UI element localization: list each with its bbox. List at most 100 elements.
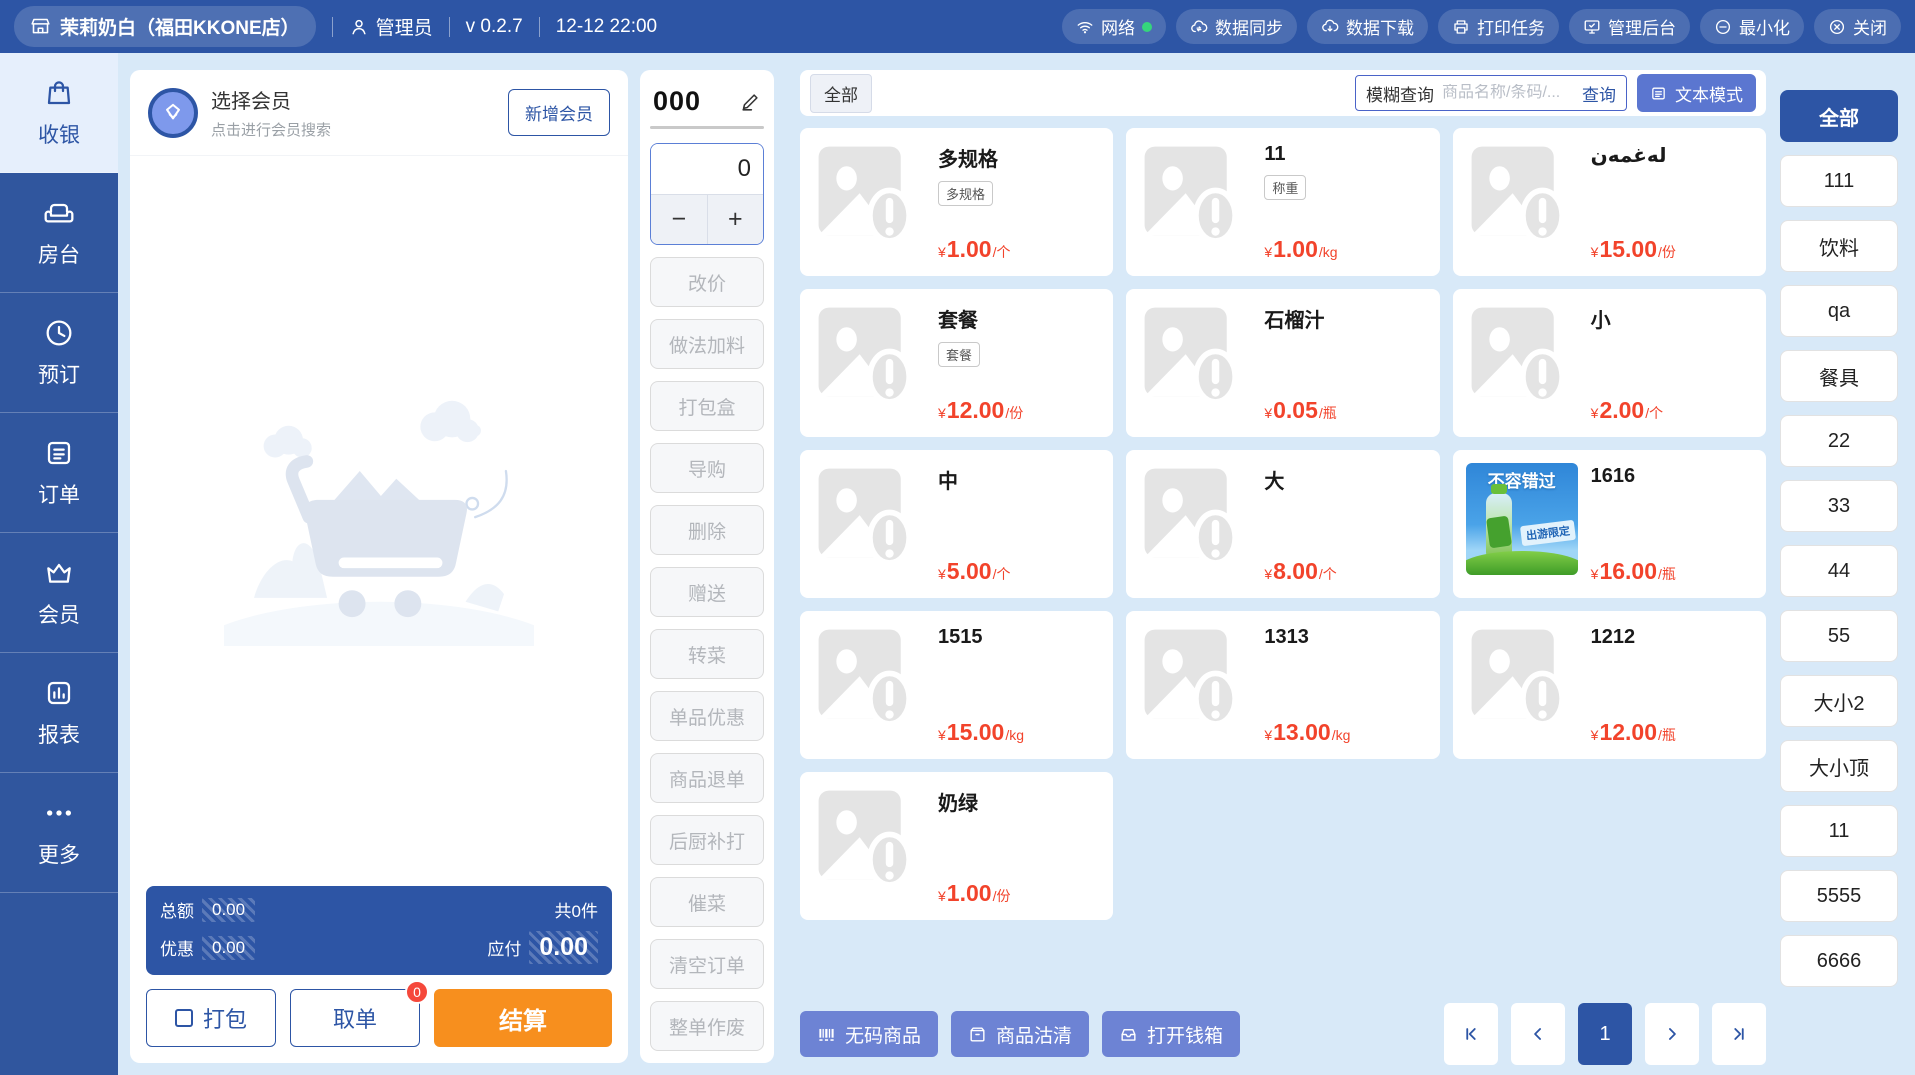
pagination-current-page[interactable]: 1	[1578, 1003, 1632, 1065]
category-button[interactable]: 22	[1780, 415, 1898, 467]
product-card[interactable]: 1212 ¥ 12.00 /瓶	[1453, 611, 1766, 759]
product-name: 1515	[938, 626, 983, 649]
sidebar-item-reservations[interactable]: 预订	[0, 293, 118, 413]
product-footer: 无码商品 商品沽清 打开钱箱 1	[800, 1003, 1766, 1065]
product-header: 全部 模糊查询 查询 文本模式	[800, 70, 1766, 116]
item-action-button[interactable]: 单品优惠	[650, 691, 764, 741]
product-area: 全部 模糊查询 查询 文本模式	[800, 70, 1766, 1075]
item-action-button[interactable]: 删除	[650, 505, 764, 555]
category-button[interactable]: 11	[1780, 805, 1898, 857]
member-select-row[interactable]: 选择会员 点击进行会员搜索 新增会员	[130, 70, 628, 156]
online-dot	[1142, 22, 1152, 32]
category-button[interactable]: 餐具	[1780, 350, 1898, 402]
sidebar-item-tables[interactable]: 房台	[0, 173, 118, 293]
drink-bottle-graphic	[1486, 493, 1512, 559]
product-search-input[interactable]	[1442, 84, 1574, 102]
add-member-button[interactable]: 新增会员	[508, 89, 610, 136]
category-button[interactable]: 44	[1780, 545, 1898, 597]
product-search-box: 模糊查询 查询	[1355, 75, 1627, 111]
product-thumbnail	[1466, 141, 1578, 253]
category-button[interactable]: 111	[1780, 155, 1898, 207]
store-pill[interactable]: 茉莉奶白（福田KKONE店）	[14, 6, 316, 47]
category-button[interactable]: qa	[1780, 285, 1898, 337]
item-action-button[interactable]: 催菜	[650, 877, 764, 927]
category-button[interactable]: 55	[1780, 610, 1898, 662]
product-price: ¥ 13.00 /kg	[1264, 719, 1350, 746]
product-card[interactable]: 不容错过 出游限定 1616 ¥ 16.00 /瓶	[1453, 450, 1766, 598]
text-mode-button[interactable]: 文本模式	[1637, 74, 1756, 112]
open-cash-drawer-button[interactable]: 打开钱箱	[1102, 1011, 1240, 1057]
text-mode-icon	[1650, 85, 1667, 102]
item-action-button[interactable]: 赠送	[650, 567, 764, 617]
print-tasks-button[interactable]: 打印任务	[1438, 9, 1559, 44]
product-card[interactable]: 1515 ¥ 15.00 /kg	[800, 611, 1113, 759]
product-card[interactable]: لەغمەن ¥ 15.00 /份	[1453, 128, 1766, 276]
item-action-button[interactable]: 后厨补打	[650, 815, 764, 865]
admin-panel-label: 管理后台	[1608, 14, 1676, 39]
currency-symbol: ¥	[1591, 405, 1599, 421]
ellipsis-icon	[43, 797, 75, 829]
item-action-button[interactable]: 做法加料	[650, 319, 764, 369]
image-placeholder-icon	[1466, 624, 1578, 736]
sidebar-item-reports[interactable]: 报表	[0, 653, 118, 773]
pagination-prev-button[interactable]	[1511, 1003, 1565, 1065]
pagination-next-button[interactable]	[1645, 1003, 1699, 1065]
product-card[interactable]: 石榴汁 ¥ 0.05 /瓶	[1126, 289, 1439, 437]
category-button[interactable]: 5555	[1780, 870, 1898, 922]
sold-out-button[interactable]: 商品沽清	[951, 1011, 1089, 1057]
total-label: 总额	[160, 897, 194, 922]
pagination-last-button[interactable]	[1712, 1003, 1766, 1065]
quantity-plus-button[interactable]: +	[707, 195, 764, 244]
product-thumbnail	[1139, 624, 1251, 736]
sidebar-item-cashier[interactable]: 收银	[0, 53, 118, 173]
product-price: ¥ 8.00 /个	[1264, 558, 1336, 585]
retrieve-order-button[interactable]: 取单 0	[290, 989, 420, 1047]
quantity-minus-button[interactable]: −	[651, 195, 707, 244]
item-action-button[interactable]: 商品退单	[650, 753, 764, 803]
data-download-button[interactable]: 数据下载	[1307, 9, 1428, 44]
item-action-button[interactable]: 转菜	[650, 629, 764, 679]
sidebar-item-members[interactable]: 会员	[0, 533, 118, 653]
item-action-button[interactable]: 改价	[650, 257, 764, 307]
category-button[interactable]: 大小2	[1780, 675, 1898, 727]
network-label: 网络	[1101, 14, 1135, 39]
current-user[interactable]: 管理员	[349, 13, 433, 40]
product-card[interactable]: 奶绿 ¥ 1.00 /份	[800, 772, 1113, 920]
takeout-toggle-button[interactable]: 打包	[146, 989, 276, 1047]
item-action-button[interactable]: 打包盒	[650, 381, 764, 431]
item-action-button[interactable]: 整单作废	[650, 1001, 764, 1051]
item-action-button[interactable]: 清空订单	[650, 939, 764, 989]
pagination-first-button[interactable]	[1444, 1003, 1498, 1065]
category-button[interactable]: 全部	[1780, 90, 1898, 142]
sidebar-item-orders[interactable]: 订单	[0, 413, 118, 533]
category-button[interactable]: 6666	[1780, 935, 1898, 987]
minimize-button[interactable]: 最小化	[1700, 9, 1804, 44]
topbar-divider	[332, 17, 333, 37]
product-price: ¥ 1.00 /kg	[1264, 236, 1337, 263]
search-button[interactable]: 查询	[1582, 81, 1616, 106]
category-button[interactable]: 饮料	[1780, 220, 1898, 272]
admin-panel-button[interactable]: 管理后台	[1569, 9, 1690, 44]
data-sync-button[interactable]: 数据同步	[1176, 9, 1297, 44]
no-barcode-item-button[interactable]: 无码商品	[800, 1011, 938, 1057]
category-sidebar: 全部 111 饮料 qa 餐具 22 33 44 55 大小2 大小顶 11 5…	[1780, 90, 1898, 1075]
takeout-checkbox[interactable]	[175, 1009, 193, 1027]
network-status-button[interactable]: 网络	[1062, 9, 1166, 44]
close-button[interactable]: 关闭	[1814, 9, 1901, 44]
item-action-button[interactable]: 导购	[650, 443, 764, 493]
tab-all-products[interactable]: 全部	[810, 74, 872, 113]
product-card[interactable]: 小 ¥ 2.00 /个	[1453, 289, 1766, 437]
product-card[interactable]: 11 称重 ¥ 1.00 /kg	[1126, 128, 1439, 276]
product-card[interactable]: 大 ¥ 8.00 /个	[1126, 450, 1439, 598]
product-card[interactable]: 1313 ¥ 13.00 /kg	[1126, 611, 1439, 759]
checkout-button[interactable]: 结算	[434, 989, 612, 1047]
product-card[interactable]: 多规格 多规格 ¥ 1.00 /个	[800, 128, 1113, 276]
product-tag: 套餐	[938, 342, 980, 367]
sidebar-item-more[interactable]: 更多	[0, 773, 118, 893]
category-button[interactable]: 大小顶	[1780, 740, 1898, 792]
category-button[interactable]: 33	[1780, 480, 1898, 532]
edit-pencil-icon[interactable]	[739, 91, 761, 113]
product-card[interactable]: 套餐 套餐 ¥ 12.00 /份	[800, 289, 1113, 437]
sidebar-item-label: 预订	[38, 359, 80, 389]
product-card[interactable]: 中 ¥ 5.00 /个	[800, 450, 1113, 598]
